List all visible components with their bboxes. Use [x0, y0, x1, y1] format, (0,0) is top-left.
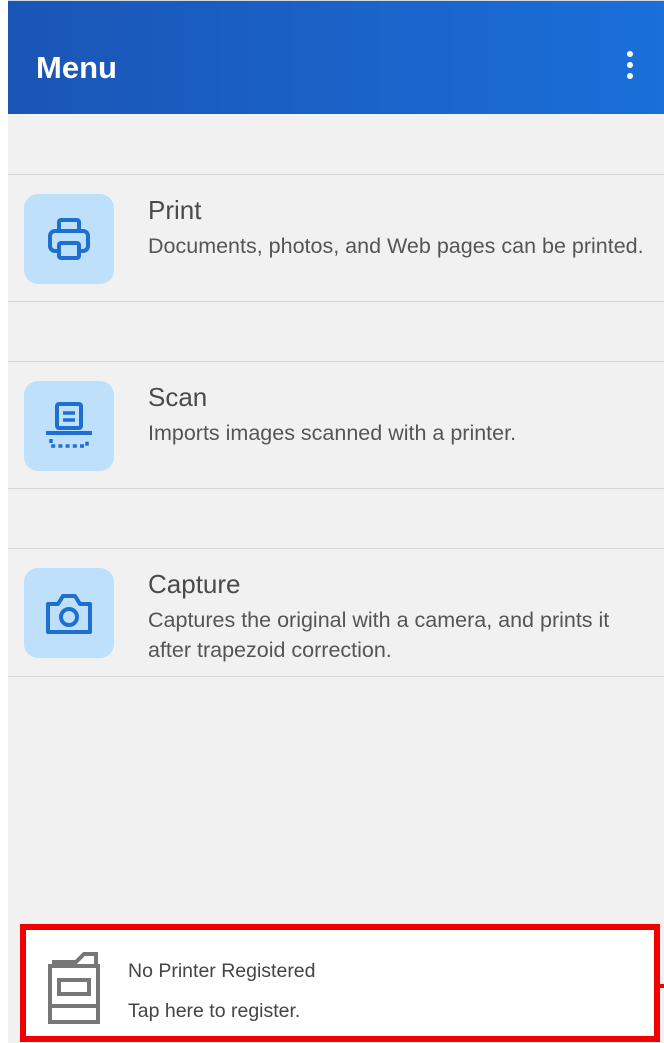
- print-icon-tile: [24, 194, 114, 284]
- capture-description: Captures the original with a camera, and…: [148, 608, 610, 662]
- left-edge: [0, 0, 8, 1043]
- overflow-dot: [627, 51, 633, 57]
- menu-screen: Menu Print Documents, photos, and Web pa…: [0, 0, 664, 1043]
- overflow-dot: [627, 73, 633, 79]
- menu-item-capture[interactable]: Capture Captures the original with a cam…: [8, 548, 664, 677]
- printer-icon: [48, 218, 90, 260]
- printer-status-hint: Tap here to register.: [128, 1000, 301, 1022]
- printer-status-bar: No Printer Registered Tap here to regist…: [8, 918, 664, 1043]
- multifunction-printer-icon: [48, 952, 100, 1024]
- scanner-icon: [46, 402, 92, 448]
- camera-icon: [46, 594, 92, 634]
- more-vertical-icon[interactable]: [616, 45, 644, 85]
- print-description: Documents, photos, and Web pages can be …: [148, 234, 644, 258]
- scan-icon-tile: [24, 381, 114, 471]
- highlight-connector: [660, 984, 664, 988]
- print-title: Print: [148, 195, 202, 225]
- scan-description: Imports images scanned with a printer.: [148, 421, 517, 445]
- printer-status-name: No Printer Registered: [128, 960, 316, 982]
- printer-status-highlight[interactable]: No Printer Registered Tap here to regist…: [20, 924, 660, 1042]
- capture-icon-tile: [24, 568, 114, 658]
- app-bar: Menu: [8, 0, 664, 114]
- app-bar-title: Menu: [36, 50, 117, 85]
- overflow-dot: [627, 62, 633, 68]
- capture-title: Capture: [148, 569, 241, 599]
- scan-title: Scan: [148, 382, 208, 412]
- menu-item-scan[interactable]: Scan Imports images scanned with a print…: [8, 361, 664, 489]
- menu-item-print[interactable]: Print Documents, photos, and Web pages c…: [8, 174, 664, 302]
